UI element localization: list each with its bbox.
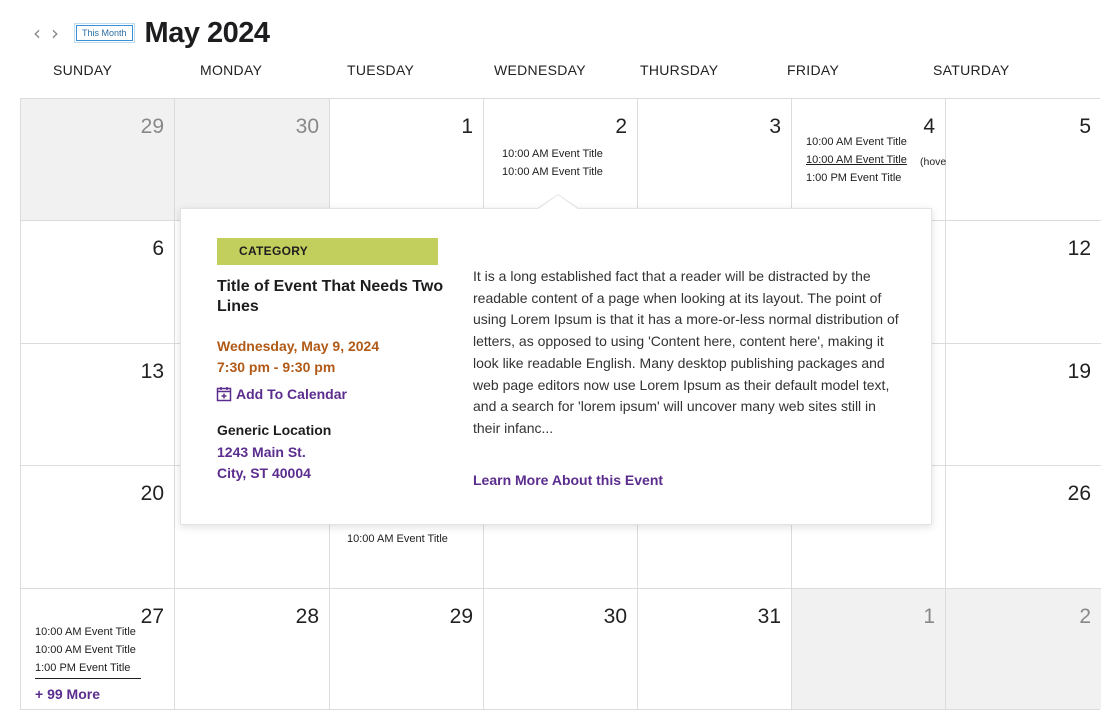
weekday-thursday: THURSDAY (640, 62, 719, 78)
day-cell[interactable]: 4 10:00 AM Event Title 10:00 AM Event Ti… (792, 99, 953, 221)
weekday-header: SUNDAY MONDAY TUESDAY WEDNESDAY THURSDAY… (20, 62, 1100, 84)
day-number: 13 (140, 360, 164, 383)
add-to-calendar-label: Add To Calendar (236, 386, 347, 402)
day-cell[interactable]: 29 (330, 589, 484, 709)
day-number: 30 (295, 115, 319, 138)
day-cell[interactable]: 1 (330, 99, 484, 221)
category-badge: CATEGORY (217, 238, 438, 265)
day-cell[interactable]: 1 (792, 589, 946, 709)
learn-more-link[interactable]: Learn More About this Event (473, 472, 663, 488)
event-date: Wednesday, May 9, 2024 (217, 338, 380, 354)
month-title: May 2024 (144, 16, 271, 49)
event-title: Title of Event That Needs Two Lines (217, 278, 444, 315)
day-cell[interactable]: 26 (946, 466, 1101, 589)
day-number: 20 (140, 482, 164, 505)
next-month-chevron-icon[interactable]: › (48, 21, 62, 45)
day-cell[interactable]: 30 (175, 99, 330, 221)
address-line-1: 1243 Main St. (217, 444, 306, 460)
event-datetime: Wednesday, May 9, 2024 7:30 pm - 9:30 pm (217, 336, 379, 378)
weekday-saturday: SATURDAY (933, 62, 1010, 78)
weekday-friday: FRIDAY (787, 62, 840, 78)
day-cell[interactable]: 30 (484, 589, 638, 709)
calendar-add-icon (216, 387, 232, 402)
day-cell[interactable]: 2 (946, 589, 1101, 709)
day-cell[interactable]: 31 (638, 589, 792, 709)
more-events-link[interactable]: + 99 More (35, 686, 100, 702)
day-number: 30 (603, 605, 627, 628)
event-link[interactable]: 1:00 PM Event Title (806, 172, 901, 184)
prev-month-chevron-icon[interactable]: ‹ (30, 21, 44, 45)
weekday-sunday: SUNDAY (53, 62, 113, 78)
weekday-tuesday: TUESDAY (347, 62, 415, 78)
day-cell[interactable]: 6 (21, 221, 175, 344)
event-description: It is a long established fact that a rea… (473, 268, 899, 436)
day-number: 2 (1079, 605, 1091, 628)
day-number: 1 (461, 115, 473, 138)
day-number: 28 (295, 605, 319, 628)
popover-caret (536, 194, 580, 210)
day-number: 2 (615, 115, 627, 138)
event-time: 7:30 pm - 9:30 pm (217, 359, 336, 375)
day-cell[interactable]: 20 (21, 466, 175, 589)
day-number: 6 (152, 237, 164, 260)
location-address-link[interactable]: 1243 Main St. City, ST 40004 (217, 442, 311, 484)
event-link[interactable]: 10:00 AM Event Title (502, 166, 603, 178)
event-link[interactable]: 10:00 AM Event Title (347, 533, 448, 545)
day-cell[interactable]: 19 (946, 344, 1101, 466)
day-number: 5 (1079, 115, 1091, 138)
day-cell[interactable]: 5 (946, 99, 1101, 221)
day-cell[interactable]: 27 10:00 AM Event Title 10:00 AM Event T… (21, 589, 175, 709)
weekday-monday: MONDAY (200, 62, 263, 78)
day-number: 3 (769, 115, 781, 138)
day-number: 29 (449, 605, 473, 628)
events-divider (35, 678, 141, 679)
day-number: 26 (1067, 482, 1091, 505)
day-number: 31 (757, 605, 781, 628)
event-link[interactable]: 10:00 AM Event Title (35, 626, 136, 638)
day-cell[interactable]: 12 (946, 221, 1101, 344)
day-number: 1 (923, 605, 935, 628)
day-cell[interactable]: 3 (638, 99, 792, 221)
event-link[interactable]: 10:00 AM Event Title (35, 644, 136, 656)
event-link[interactable]: 10:00 AM Event Title (806, 136, 907, 148)
add-to-calendar-button[interactable]: Add To Calendar (216, 386, 347, 402)
event-link[interactable]: 10:00 AM Event Title (502, 148, 603, 160)
this-month-button[interactable]: This Month (74, 23, 135, 43)
weekday-wednesday: WEDNESDAY (494, 62, 586, 78)
day-number: 4 (923, 115, 935, 138)
event-link-hovered[interactable]: 10:00 AM Event Title (806, 154, 907, 166)
day-number: 27 (140, 605, 164, 628)
calendar-toolbar: ‹ › This Month May 2024 (30, 14, 270, 52)
day-number: 29 (140, 115, 164, 138)
day-cell[interactable]: 13 (21, 344, 175, 466)
day-cell[interactable]: 29 (21, 99, 175, 221)
location-name: Generic Location (217, 422, 332, 438)
address-line-2: City, ST 40004 (217, 465, 311, 481)
day-number: 12 (1067, 237, 1091, 260)
event-link[interactable]: 1:00 PM Event Title (35, 662, 130, 674)
event-popover: CATEGORY Title of Event That Needs Two L… (180, 194, 932, 525)
day-cell[interactable]: 28 (175, 589, 330, 709)
day-number: 19 (1067, 360, 1091, 383)
